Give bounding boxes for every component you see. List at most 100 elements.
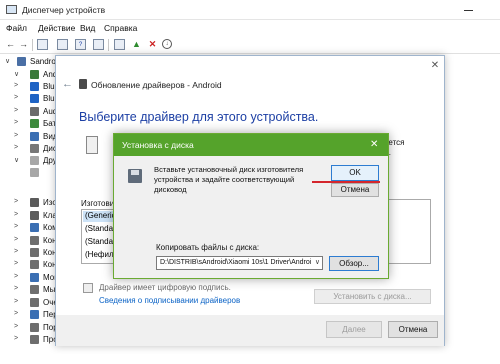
tree-item[interactable]: > Мы [0, 284, 60, 297]
update-driver-icon[interactable]: ▲ [131, 39, 142, 50]
expander-icon[interactable]: > [14, 236, 18, 243]
minimize-button[interactable] [462, 4, 476, 16]
cancel-button[interactable]: Отмена [388, 321, 438, 338]
device-category-icon [30, 107, 39, 116]
expander-icon[interactable]: > [14, 298, 18, 305]
close-icon[interactable]: ✕ [429, 60, 441, 72]
expander-icon[interactable]: > [14, 119, 18, 126]
wizard-heading: Выберите драйвер для этого устройства. [79, 110, 319, 124]
device-category-icon [17, 57, 26, 66]
wizard-header: Обновление драйверов - Android [91, 80, 222, 90]
dialog-title: Установка с диска [122, 140, 194, 150]
uninstall-icon[interactable]: ✕ [147, 39, 158, 50]
expander-icon[interactable]: > [14, 211, 18, 218]
cancel-button[interactable]: Отмена [331, 183, 379, 197]
next-button[interactable]: Далее [326, 321, 382, 338]
device-category-icon [30, 285, 39, 294]
device-category-icon [30, 82, 39, 91]
device-manager-titlebar: Диспетчер устройств [0, 0, 500, 20]
menu-action[interactable]: Действие [38, 23, 75, 33]
expander-icon[interactable]: > [14, 107, 18, 114]
tree-item-label: Мы [43, 285, 56, 294]
expander-icon[interactable]: > [14, 285, 18, 292]
signature-icon [83, 283, 93, 293]
device-manager-icon [6, 5, 17, 14]
expander-icon[interactable]: ∨ [14, 70, 19, 78]
help-icon[interactable]: ? [75, 39, 86, 50]
expander-icon[interactable]: > [14, 310, 18, 317]
disk-path-combobox[interactable]: D:\DISTRIB\sAndroid\Xiaomi 10s\1 Driver\… [156, 256, 323, 270]
tree-item-label: Sandro [30, 57, 56, 66]
expander-icon[interactable]: > [14, 260, 18, 267]
device-category-icon [30, 335, 39, 344]
tree-item[interactable]: > Бат [0, 118, 60, 131]
device-category-icon [30, 273, 39, 282]
scan-hardware-icon[interactable] [114, 39, 125, 50]
copy-from-label: Копировать файлы с диска: [156, 243, 260, 252]
forward-arrow-icon[interactable]: → [18, 39, 29, 50]
insert-disk-message: Вставьте установочный диск изготовителя … [154, 165, 304, 194]
wizard-footer: Далее Отмена [56, 315, 444, 346]
expander-icon[interactable]: > [14, 94, 18, 101]
device-category-icon [30, 119, 39, 128]
device-category-icon [30, 236, 39, 245]
device-category-icon [30, 70, 39, 79]
list-view-icon[interactable] [57, 39, 68, 50]
device-category-icon [30, 248, 39, 257]
tree-item[interactable]: > Кон [0, 259, 60, 272]
device-category-icon [30, 211, 39, 220]
device-category-icon [30, 94, 39, 103]
menu-bar: Файл Действие Вид Справка [0, 20, 500, 36]
device-category-icon [30, 198, 39, 207]
device-category-icon [30, 144, 39, 153]
browse-button[interactable]: Обзор... [329, 256, 379, 271]
back-arrow-icon[interactable]: ← [5, 39, 16, 50]
menu-help[interactable]: Справка [104, 23, 137, 33]
device-category-icon [30, 260, 39, 269]
expander-icon[interactable]: ∨ [14, 156, 19, 164]
device-category-icon [30, 298, 39, 307]
back-arrow-icon[interactable]: ← [62, 78, 73, 90]
tree-item[interactable] [0, 167, 60, 180]
expander-icon[interactable]: > [14, 335, 18, 342]
tree-item[interactable]: > Ком [0, 222, 60, 235]
menu-file[interactable]: Файл [6, 23, 27, 33]
tree-item[interactable]: > Изо [0, 197, 60, 210]
expander-icon[interactable]: > [14, 323, 18, 330]
expander-icon[interactable]: > [14, 273, 18, 280]
chevron-down-icon[interactable]: ∨ [315, 257, 320, 269]
tree-item[interactable]: > Пер [0, 309, 60, 322]
device-category-icon [30, 310, 39, 319]
expander-icon[interactable]: ∨ [5, 57, 10, 65]
menu-view[interactable]: Вид [80, 23, 95, 33]
expander-icon[interactable]: > [14, 132, 18, 139]
expander-icon[interactable]: > [14, 198, 18, 205]
properties-icon[interactable] [37, 39, 48, 50]
disable-device-icon[interactable]: ↓ [162, 39, 172, 49]
dialog-titlebar: Установка с диска ✕ [114, 134, 388, 156]
device-category-icon [30, 132, 39, 141]
device-category-icon [30, 168, 39, 177]
install-from-disk-dialog: Установка с диска ✕ Вставьте установочны… [113, 133, 389, 279]
toolbar: ← → ? ▲ ✕ ↓ [0, 36, 500, 54]
status-strip [0, 354, 500, 364]
tree-item[interactable]: ∨ Sandro [0, 56, 60, 69]
expander-icon[interactable]: > [14, 144, 18, 151]
signing-info-link[interactable]: Сведения о подписывании драйверов [99, 296, 240, 305]
manufacturer-header: Изготови [81, 199, 115, 208]
floppy-disk-icon [128, 169, 142, 183]
tree-item[interactable]: > Blue [0, 93, 60, 106]
expander-icon[interactable]: > [14, 82, 18, 89]
have-disk-button[interactable]: Установить с диска... [314, 289, 431, 304]
signature-status: Драйвер имеет цифровую подпись. [99, 283, 231, 292]
close-icon[interactable]: ✕ [370, 139, 378, 150]
expander-icon[interactable]: > [14, 223, 18, 230]
window-title: Диспетчер устройств [22, 5, 106, 15]
device-icon [86, 136, 98, 154]
update-view-icon[interactable] [93, 39, 104, 50]
android-device-icon [79, 79, 87, 89]
ok-button[interactable]: OK [331, 165, 379, 181]
device-category-icon [30, 223, 39, 232]
expander-icon[interactable]: > [14, 248, 18, 255]
red-annotation-underline [312, 181, 380, 183]
